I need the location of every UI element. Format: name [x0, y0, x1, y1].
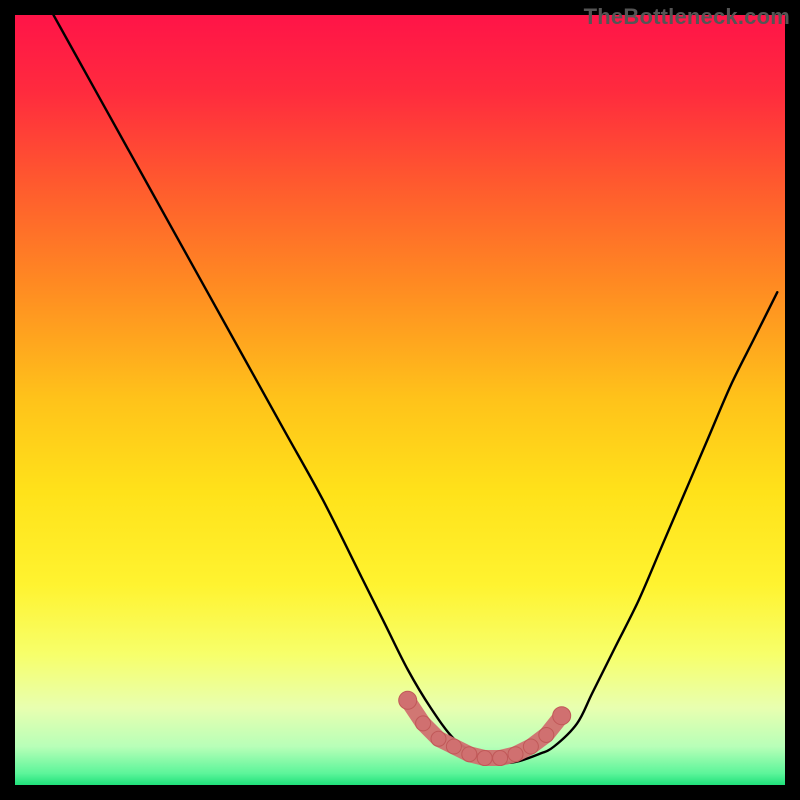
- plot-area: [15, 15, 785, 785]
- marker-dot: [553, 707, 571, 725]
- watermark-text: TheBottleneck.com: [584, 4, 790, 30]
- marker-dot: [493, 751, 508, 766]
- marker-dot: [539, 727, 554, 742]
- plot-frame: [15, 15, 785, 785]
- marker-dot: [431, 731, 446, 746]
- marker-dot: [523, 739, 538, 754]
- chart-svg: [15, 15, 785, 785]
- gradient-background: [15, 15, 785, 785]
- marker-dot: [477, 751, 492, 766]
- marker-dot: [446, 739, 461, 754]
- marker-dot: [399, 691, 417, 709]
- marker-dot: [416, 716, 431, 731]
- stage: TheBottleneck.com: [0, 0, 800, 800]
- marker-dot: [462, 747, 477, 762]
- marker-dot: [508, 747, 523, 762]
